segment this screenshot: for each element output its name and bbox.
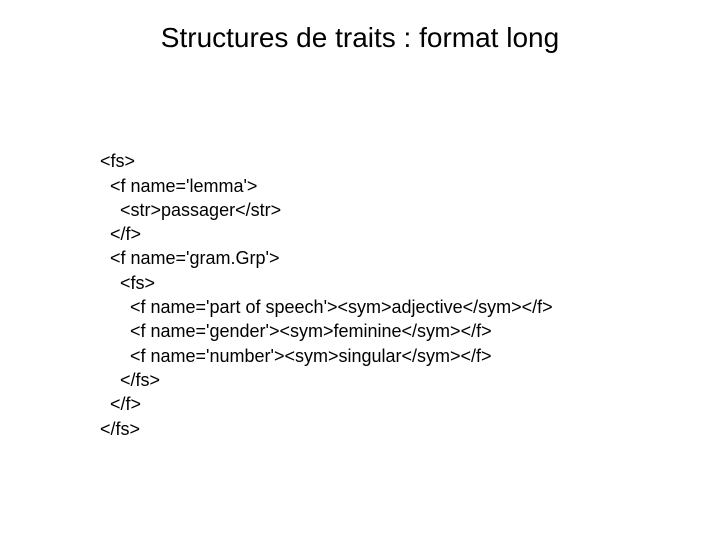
code-line: </f> [100, 224, 141, 244]
code-line: </f> [100, 394, 141, 414]
code-line: </fs> [100, 370, 160, 390]
code-line: <f name='number'><sym>singular</sym></f> [100, 346, 492, 366]
slide: Structures de traits : format long <fs> … [0, 0, 720, 540]
code-block: <fs> <f name='lemma'> <str>passager</str… [100, 125, 553, 465]
code-line: </fs> [100, 419, 140, 439]
slide-title: Structures de traits : format long [0, 22, 720, 54]
code-line: <fs> [100, 151, 135, 171]
code-line: <fs> [100, 273, 155, 293]
code-line: <f name='gram.Grp'> [100, 248, 279, 268]
code-line: <f name='gender'><sym>feminine</sym></f> [100, 321, 492, 341]
code-line: <str>passager</str> [100, 200, 281, 220]
code-line: <f name='lemma'> [100, 176, 257, 196]
code-line: <f name='part of speech'><sym>adjective<… [100, 297, 553, 317]
